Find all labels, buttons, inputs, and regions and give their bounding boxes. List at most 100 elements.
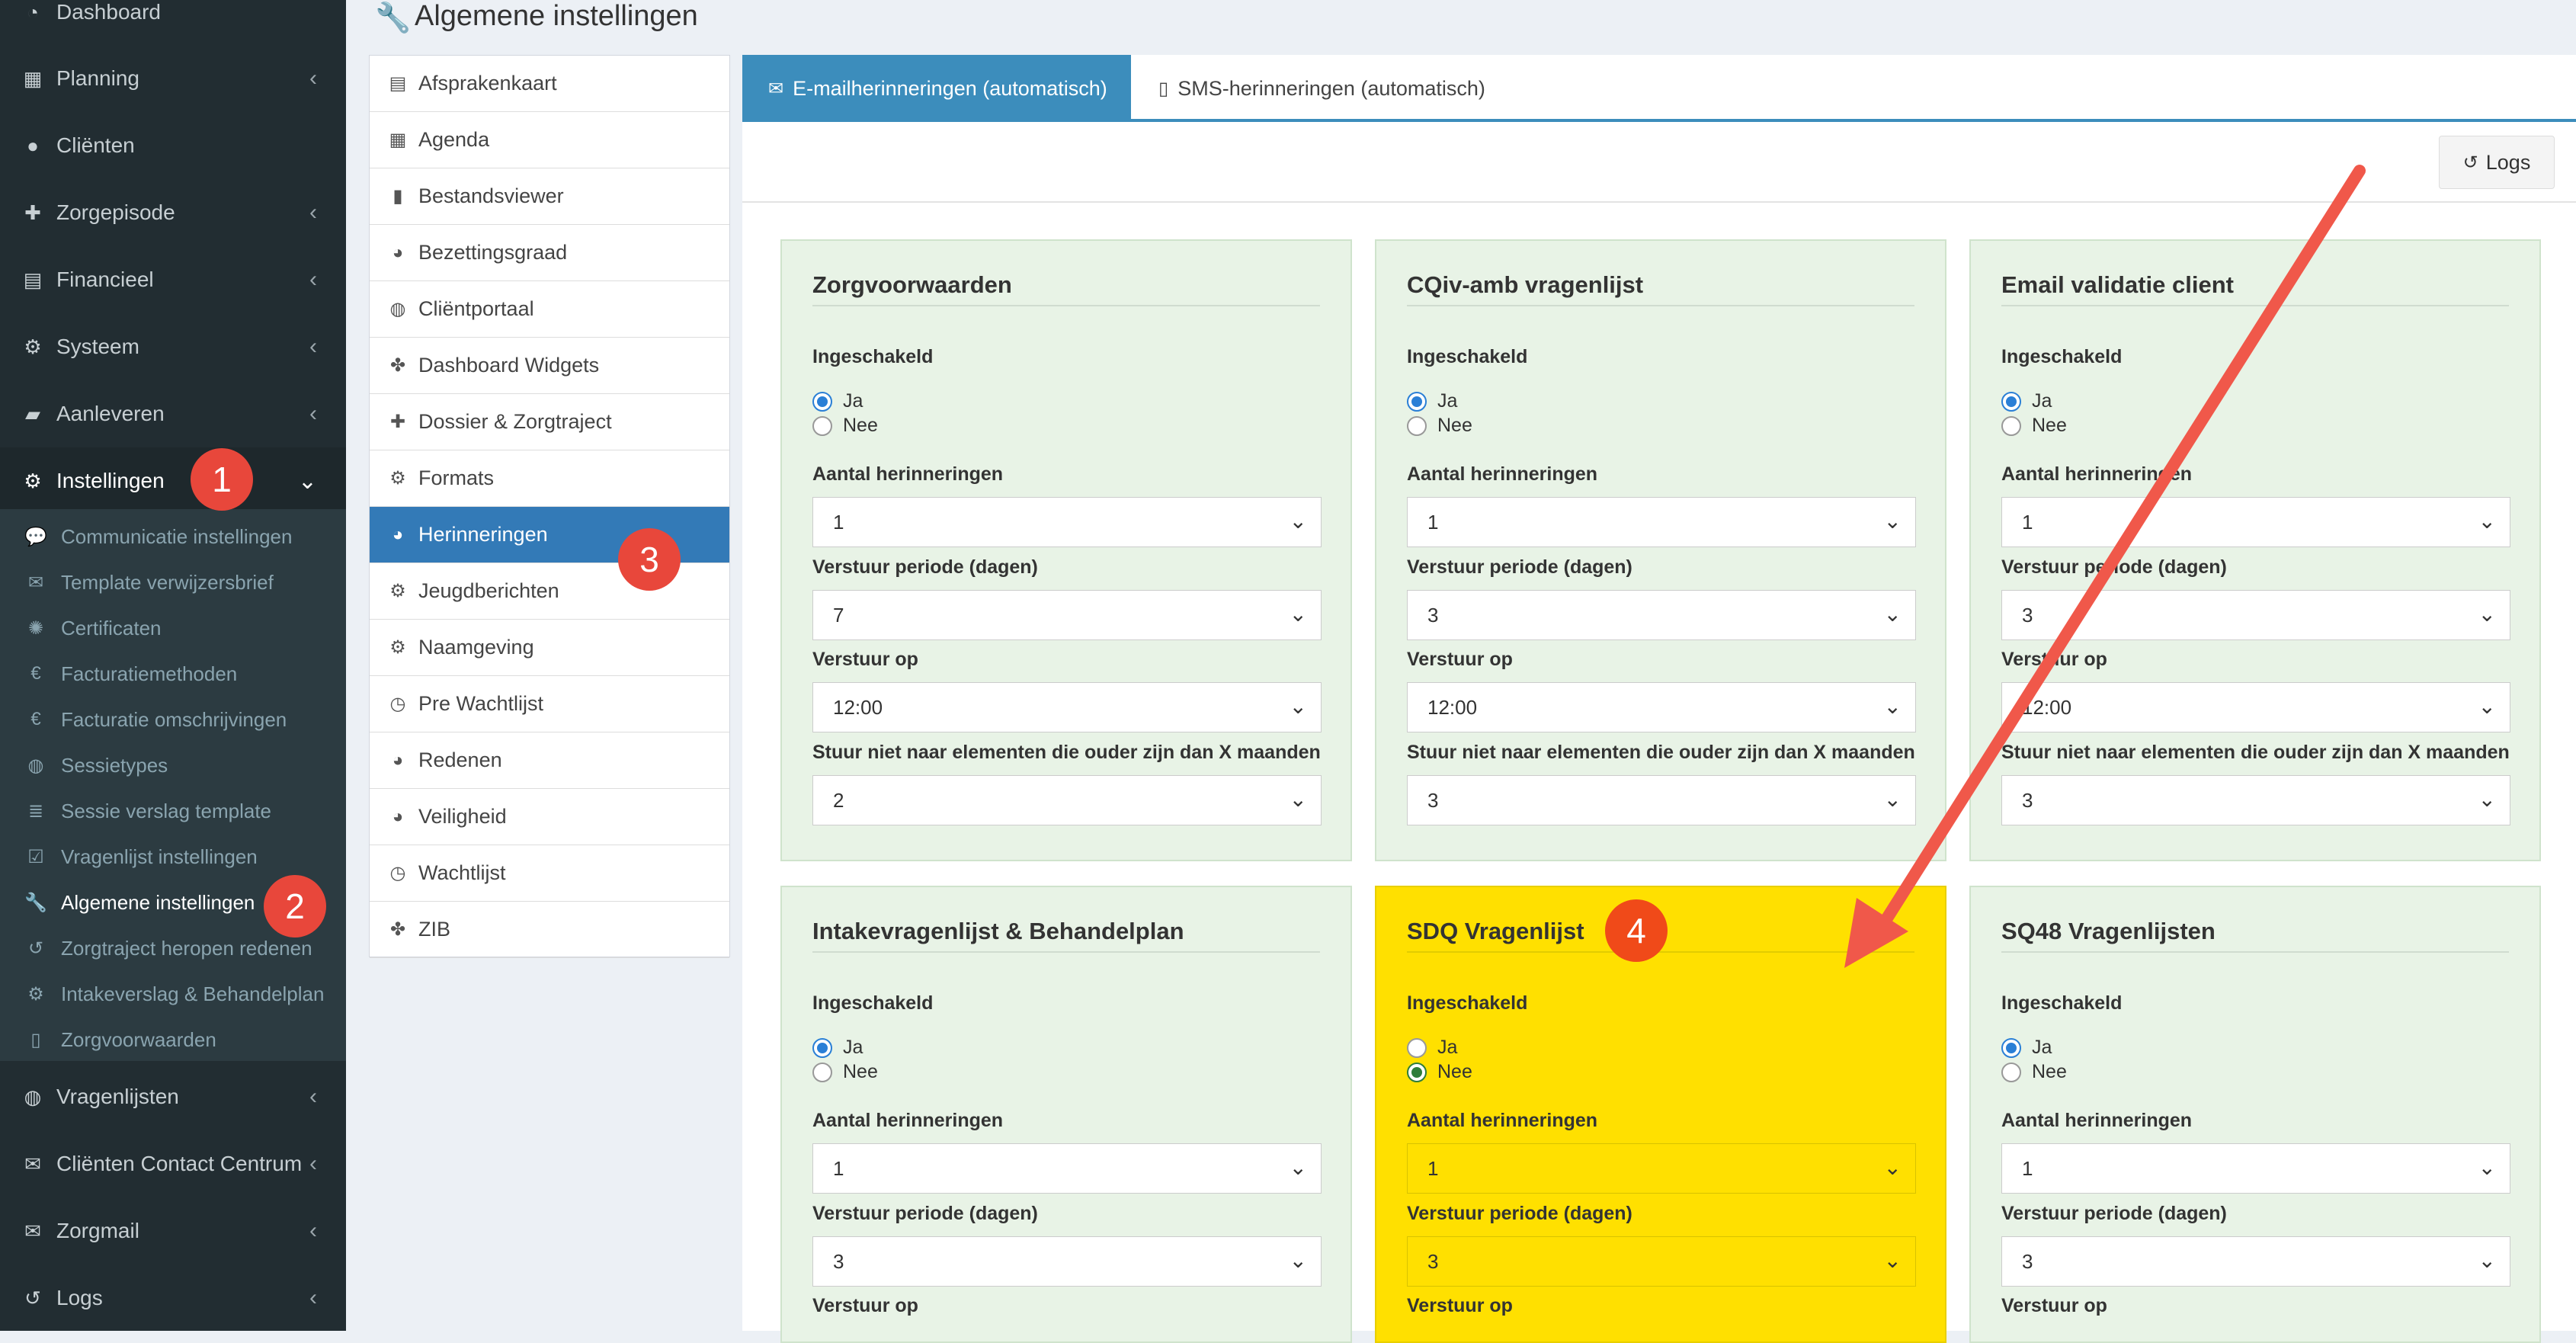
submenu-item-certificaten[interactable]: ✺ Certificaten xyxy=(0,605,346,651)
pie-chart-icon: ◕ xyxy=(392,524,404,545)
select-verstuur-periode[interactable]: 3 ⌄ xyxy=(812,1236,1322,1287)
radio-ja[interactable]: Ja xyxy=(1407,390,1457,412)
chevron-left-icon: ‹ xyxy=(309,334,317,359)
select-aantal-herinneringen[interactable]: 1 ⌄ xyxy=(2001,1143,2510,1194)
select-verstuur-periode[interactable]: 3 ⌄ xyxy=(1407,590,1916,640)
select-verstuur-op[interactable]: 12:00 ⌄ xyxy=(1407,682,1916,732)
sidebar-item-aanleveren[interactable]: ▰ Aanleveren ‹ xyxy=(0,380,346,447)
euro-icon: € xyxy=(30,663,41,684)
select-max-maanden[interactable]: 3 ⌄ xyxy=(2001,775,2510,825)
select-max-maanden[interactable]: 2 ⌄ xyxy=(812,775,1322,825)
select-verstuur-op[interactable]: 12:00 ⌄ xyxy=(2001,682,2510,732)
list-item-bezettingsgraad[interactable]: ◕ Bezettingsgraad xyxy=(370,225,729,281)
radio-nee[interactable]: Nee xyxy=(2001,1061,2067,1083)
list-item-label: Redenen xyxy=(418,748,502,771)
radio-ja[interactable]: Ja xyxy=(2001,390,2052,412)
radio-nee[interactable]: Nee xyxy=(812,1061,878,1083)
radio-button[interactable] xyxy=(1407,415,1427,436)
sidebar-item-vragenlijsten[interactable]: ◍ Vragenlijsten ‹ xyxy=(0,1063,346,1130)
radio-button[interactable] xyxy=(2001,1037,2021,1058)
radio-ja[interactable]: Ja xyxy=(812,1037,863,1059)
list-item-zib[interactable]: ✤ ZIB xyxy=(370,902,729,958)
sidebar-item-systeem[interactable]: ⚙ Systeem ‹ xyxy=(0,313,346,380)
list-item-agenda[interactable]: ▦ Agenda xyxy=(370,112,729,168)
list-item-formats[interactable]: ⚙ Formats xyxy=(370,450,729,507)
select-verstuur-periode[interactable]: 3 ⌄ xyxy=(1407,1236,1916,1287)
sidebar-item-clienten-contact-centrum[interactable]: ✉ Cliënten Contact Centrum ‹ xyxy=(0,1130,346,1197)
radio-button[interactable] xyxy=(2001,415,2021,436)
main-panel: ✉ E-mailherinneringen (automatisch) ▯ SM… xyxy=(742,55,2576,1343)
list-item-label: Wachtlijst xyxy=(418,861,506,884)
radio-button[interactable] xyxy=(812,1037,832,1058)
sidebar-item-logs[interactable]: ↺ Logs ‹ xyxy=(0,1264,346,1332)
radio-nee[interactable]: Nee xyxy=(812,415,878,437)
radio-button[interactable] xyxy=(1407,1037,1427,1058)
sidebar-item-zorgepisode[interactable]: ✚ Zorgepisode ‹ xyxy=(0,179,346,246)
list-item-afsprakenkaart[interactable]: ▤ Afsprakenkaart xyxy=(370,56,729,112)
list-item-dashboard-widgets[interactable]: ✤ Dashboard Widgets xyxy=(370,338,729,394)
list-item-label: Agenda xyxy=(418,128,490,151)
select-aantal-herinneringen[interactable]: 1 ⌄ xyxy=(812,497,1322,547)
submenu-item-zorgvoorwaarden[interactable]: ▯ Zorgvoorwaarden xyxy=(0,1017,346,1063)
history-icon: ↺ xyxy=(24,1286,41,1309)
list-item-clientportaal[interactable]: ◍ Cliëntportaal xyxy=(370,281,729,338)
submenu-item-sessie-verslag-template[interactable]: ≣ Sessie verslag template xyxy=(0,788,346,834)
list-item-redenen[interactable]: ◕ Redenen xyxy=(370,732,729,789)
sidebar-item-zorgmail[interactable]: ✉ Zorgmail ‹ xyxy=(0,1197,346,1264)
submenu-item-template-verwijzersbrief[interactable]: ✉ Template verwijzersbrief xyxy=(0,559,346,605)
radio-nee[interactable]: Nee xyxy=(2001,415,2067,437)
tab-email-herinneringen[interactable]: ✉ E-mailherinneringen (automatisch) xyxy=(742,55,1131,122)
sidebar-item-planning[interactable]: ▦ Planning ‹ xyxy=(0,45,346,112)
list-item-veiligheid[interactable]: ◕ Veiligheid xyxy=(370,789,729,845)
radio-button[interactable] xyxy=(2001,391,2021,412)
submenu-item-label: Template verwijzersbrief xyxy=(61,570,274,594)
submenu-item-vragenlijst-instellingen[interactable]: ☑ Vragenlijst instellingen xyxy=(0,834,346,880)
select-value: 3 xyxy=(833,1249,844,1273)
list-item-naamgeving[interactable]: ⚙ Naamgeving xyxy=(370,620,729,676)
list-item-dossier-zorgtraject[interactable]: ✚ Dossier & Zorgtraject xyxy=(370,394,729,450)
chevron-down-icon: ⌄ xyxy=(2478,602,2496,626)
sidebar-item-financieel[interactable]: ▤ Financieel ‹ xyxy=(0,246,346,313)
radio-nee[interactable]: Nee xyxy=(1407,1061,1472,1083)
sidebar-item-label: Systeem xyxy=(56,335,139,358)
radio-button[interactable] xyxy=(812,391,832,412)
select-verstuur-periode[interactable]: 3 ⌄ xyxy=(2001,1236,2510,1287)
chevron-down-icon: ⌄ xyxy=(2478,787,2496,811)
logs-button[interactable]: ↺ Logs xyxy=(2439,136,2555,189)
field-label: Aantal herinneringen xyxy=(2001,1110,2193,1131)
radio-ja[interactable]: Ja xyxy=(812,390,863,412)
select-verstuur-op[interactable]: 12:00 ⌄ xyxy=(812,682,1322,732)
tab-sms-herinneringen[interactable]: ▯ SMS-herinneringen (automatisch) xyxy=(1139,55,1565,122)
radio-button[interactable] xyxy=(1407,391,1427,412)
field-label: Stuur niet naar elementen die ouder zijn… xyxy=(1407,742,1915,763)
sidebar-item-clienten[interactable]: ● Cliënten xyxy=(0,112,346,179)
sidebar-item-instellingen[interactable]: ⚙ Instellingen ⌄ xyxy=(0,447,346,514)
select-max-maanden[interactable]: 3 ⌄ xyxy=(1407,775,1916,825)
select-verstuur-periode[interactable]: 7 ⌄ xyxy=(812,590,1322,640)
submenu-item-facturatiemethoden[interactable]: € Facturatiemethoden xyxy=(0,651,346,697)
radio-button[interactable] xyxy=(1407,1062,1427,1082)
list-item-label: Bezettingsgraad xyxy=(418,241,568,264)
radio-button[interactable] xyxy=(812,1062,832,1082)
radio-nee[interactable]: Nee xyxy=(1407,415,1472,437)
list-item-pre-wachtlijst[interactable]: ◷ Pre Wachtlijst xyxy=(370,676,729,732)
radio-button[interactable] xyxy=(812,415,832,436)
select-aantal-herinneringen[interactable]: 1 ⌄ xyxy=(1407,1143,1916,1194)
select-aantal-herinneringen[interactable]: 1 ⌄ xyxy=(2001,497,2510,547)
select-aantal-herinneringen[interactable]: 1 ⌄ xyxy=(1407,497,1916,547)
radio-ja[interactable]: Ja xyxy=(2001,1037,2052,1059)
select-aantal-herinneringen[interactable]: 1 ⌄ xyxy=(812,1143,1322,1194)
submenu-item-intakeverslag-behandelplan[interactable]: ⚙ Intakeverslag & Behandelplan xyxy=(0,971,346,1017)
radio-ja[interactable]: Ja xyxy=(1407,1037,1457,1059)
select-value: 3 xyxy=(2022,1249,2033,1273)
list-item-wachtlijst[interactable]: ◷ Wachtlijst xyxy=(370,845,729,902)
sidebar-item-label: Zorgepisode xyxy=(56,200,175,224)
select-verstuur-periode[interactable]: 3 ⌄ xyxy=(2001,590,2510,640)
submenu-item-communicatie[interactable]: 💬 Communicatie instellingen xyxy=(0,514,346,559)
submenu-item-sessietypes[interactable]: ◍ Sessietypes xyxy=(0,742,346,788)
chevron-down-icon: ⌄ xyxy=(297,468,317,494)
radio-button[interactable] xyxy=(2001,1062,2021,1082)
submenu-item-facturatie-omschrijvingen[interactable]: € Facturatie omschrijvingen xyxy=(0,697,346,742)
sidebar-item-dashboard[interactable]: ◔ Dashboard xyxy=(0,0,346,46)
list-item-bestandsviewer[interactable]: ▮ Bestandsviewer xyxy=(370,168,729,225)
